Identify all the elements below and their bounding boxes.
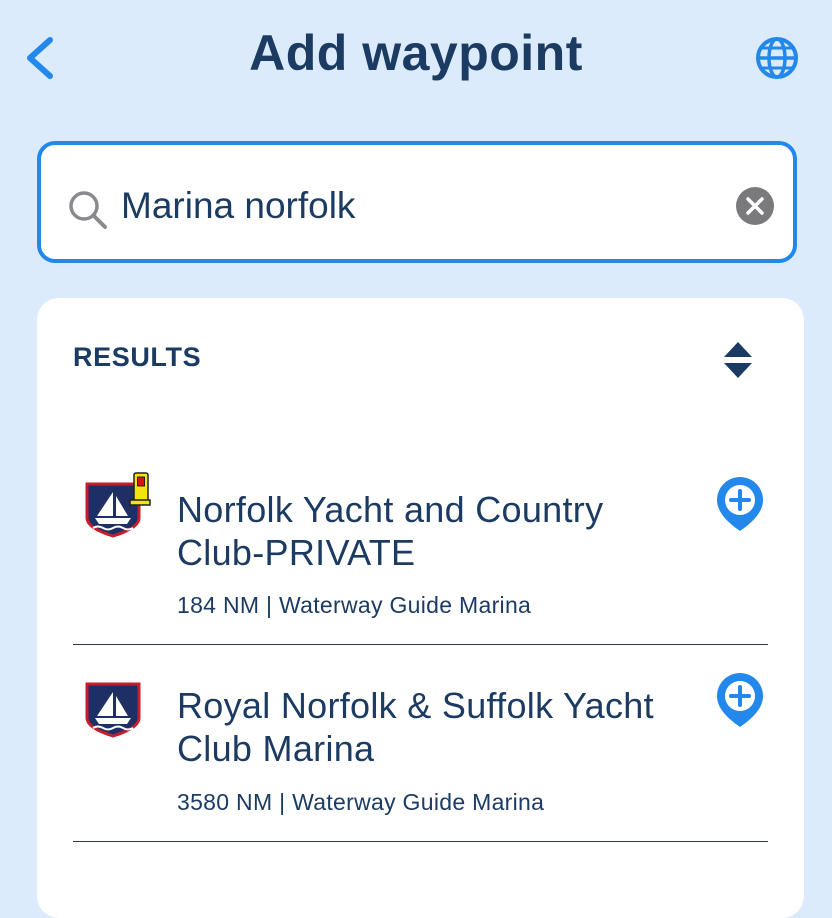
- results-heading: RESULTS: [73, 342, 202, 372]
- add-waypoint-button[interactable]: [713, 474, 767, 534]
- search-box[interactable]: [37, 141, 797, 263]
- clear-search-button[interactable]: [736, 187, 774, 225]
- add-waypoint-icon: [717, 673, 763, 727]
- sort-icon: [724, 342, 752, 378]
- result-meta: 184 NM | Waterway Guide Marina: [177, 592, 532, 618]
- search-input[interactable]: [121, 171, 721, 241]
- clear-icon: [746, 197, 764, 215]
- language-button[interactable]: [754, 35, 800, 81]
- result-row[interactable]: Norfolk Yacht and Country Club-PRIVATE 1…: [73, 468, 768, 643]
- result-row[interactable]: Royal Norfolk & Suffolk Yacht Club Marin…: [73, 668, 768, 840]
- results-card: RESULTS Norfolk Yacht and Country Club-P…: [37, 298, 804, 918]
- divider: [73, 644, 768, 645]
- header: Add waypoint: [0, 0, 832, 115]
- add-waypoint-button[interactable]: [713, 670, 767, 730]
- fuel-icon: [129, 472, 151, 506]
- divider: [73, 841, 768, 842]
- page-title: Add waypoint: [249, 25, 583, 81]
- search-icon: [69, 191, 107, 229]
- result-meta: 3580 NM | Waterway Guide Marina: [177, 789, 545, 815]
- result-title: Norfolk Yacht and Country Club-PRIVATE: [177, 489, 604, 573]
- marina-icon: [85, 682, 141, 738]
- add-waypoint-icon: [717, 477, 763, 531]
- sort-button[interactable]: [721, 340, 755, 380]
- globe-icon: [756, 37, 798, 79]
- result-title: Royal Norfolk & Suffolk Yacht Club Marin…: [177, 685, 654, 769]
